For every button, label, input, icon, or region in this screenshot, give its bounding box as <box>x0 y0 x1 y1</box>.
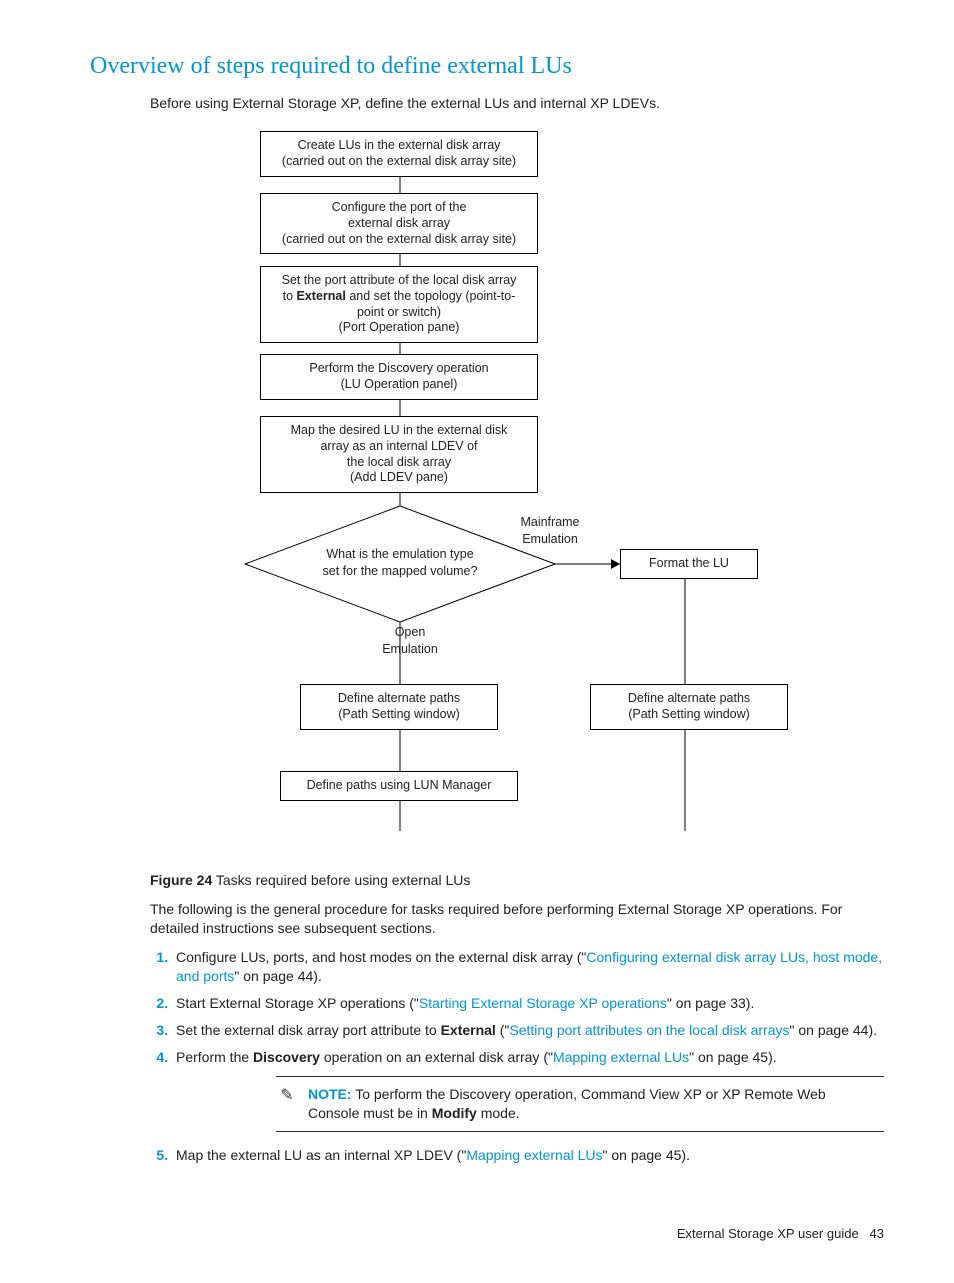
step-3-c: " on page 44). <box>790 1022 877 1038</box>
step-2-b: " on page 33). <box>667 995 754 1011</box>
procedure-intro: The following is the general procedure f… <box>150 900 884 938</box>
label-open: OpenEmulation <box>375 624 445 658</box>
decision-text: What is the emulation typeset for the ma… <box>310 546 490 580</box>
step-3-bold: External <box>441 1022 496 1038</box>
note-label: NOTE: <box>308 1086 352 1102</box>
step-5-b: " on page 45). <box>603 1147 690 1163</box>
step-3: Set the external disk array port attribu… <box>172 1021 884 1040</box>
step-2-link[interactable]: Starting External Storage XP operations <box>419 995 667 1011</box>
step-5-link[interactable]: Mapping external LUs <box>466 1147 602 1163</box>
step-1-a: Configure LUs, ports, and host modes on … <box>176 949 586 965</box>
flow-box-1: Create LUs in the external disk array(ca… <box>260 131 538 176</box>
step-3-a: Set the external disk array port attribu… <box>176 1022 441 1038</box>
step-4-a: Perform the <box>176 1049 253 1065</box>
note-text-bold: Modify <box>432 1105 477 1121</box>
label-mainframe: MainframeEmulation <box>505 514 595 548</box>
footer-doc-title: External Storage XP user guide <box>677 1226 859 1241</box>
step-4-c: " on page 45). <box>689 1049 776 1065</box>
figure-caption-text: Tasks required before using external LUs <box>212 872 470 888</box>
footer-page-number: 43 <box>870 1226 884 1241</box>
step-4-link[interactable]: Mapping external LUs <box>553 1049 689 1065</box>
step-4-bold: Discovery <box>253 1049 320 1065</box>
flow-box-lun: Define paths using LUN Manager <box>280 771 518 801</box>
step-2-a: Start External Storage XP operations (" <box>176 995 419 1011</box>
step-1: Configure LUs, ports, and host modes on … <box>172 948 884 986</box>
flow-box-alt-right: Define alternate paths(Path Setting wind… <box>590 684 788 729</box>
flow-box-2: Configure the port of theexternal disk a… <box>260 193 538 254</box>
step-3-link[interactable]: Setting port attributes on the local dis… <box>509 1022 789 1038</box>
step-1-b: " on page 44). <box>234 968 321 984</box>
flow-box-5: Map the desired LU in the external diska… <box>260 416 538 493</box>
flow-box-3-pre: to <box>283 289 297 303</box>
note-text: NOTE: To perform the Discovery operation… <box>308 1085 880 1123</box>
page-footer: External Storage XP user guide 43 <box>90 1225 884 1243</box>
step-4: Perform the Discovery operation on an ex… <box>172 1048 884 1133</box>
flow-box-3-line3: point or switch) <box>357 305 441 319</box>
flow-box-3-line1: Set the port attribute of the local disk… <box>282 273 517 287</box>
step-5: Map the external LU as an internal XP LD… <box>172 1146 884 1165</box>
intro-text: Before using External Storage XP, define… <box>150 94 884 113</box>
step-2: Start External Storage XP operations ("S… <box>172 994 884 1013</box>
flow-box-3: Set the port attribute of the local disk… <box>260 266 538 343</box>
note-text-a: To perform the Discovery operation, Comm… <box>308 1086 826 1121</box>
flow-box-3-line4: (Port Operation pane) <box>339 320 460 334</box>
step-5-a: Map the external LU as an internal XP LD… <box>176 1147 466 1163</box>
flowchart: Create LUs in the external disk array(ca… <box>150 131 770 861</box>
figure-label: Figure 24 <box>150 872 212 888</box>
note-box: ✎ NOTE: To perform the Discovery operati… <box>276 1076 884 1132</box>
flow-box-format: Format the LU <box>620 549 758 579</box>
flow-box-alt-left: Define alternate paths(Path Setting wind… <box>300 684 498 729</box>
note-icon: ✎ <box>276 1085 298 1123</box>
page-title: Overview of steps required to define ext… <box>90 50 884 82</box>
flow-box-3-bold: External <box>297 289 346 303</box>
flow-box-4: Perform the Discovery operation(LU Opera… <box>260 354 538 399</box>
step-4-b: operation on an external disk array (" <box>320 1049 553 1065</box>
step-3-b: (" <box>496 1022 510 1038</box>
flow-box-3-post: and set the topology (point-to- <box>346 289 516 303</box>
figure-caption: Figure 24 Tasks required before using ex… <box>150 871 884 890</box>
note-text-b: mode. <box>477 1105 520 1121</box>
steps-list: Configure LUs, ports, and host modes on … <box>150 948 884 1165</box>
